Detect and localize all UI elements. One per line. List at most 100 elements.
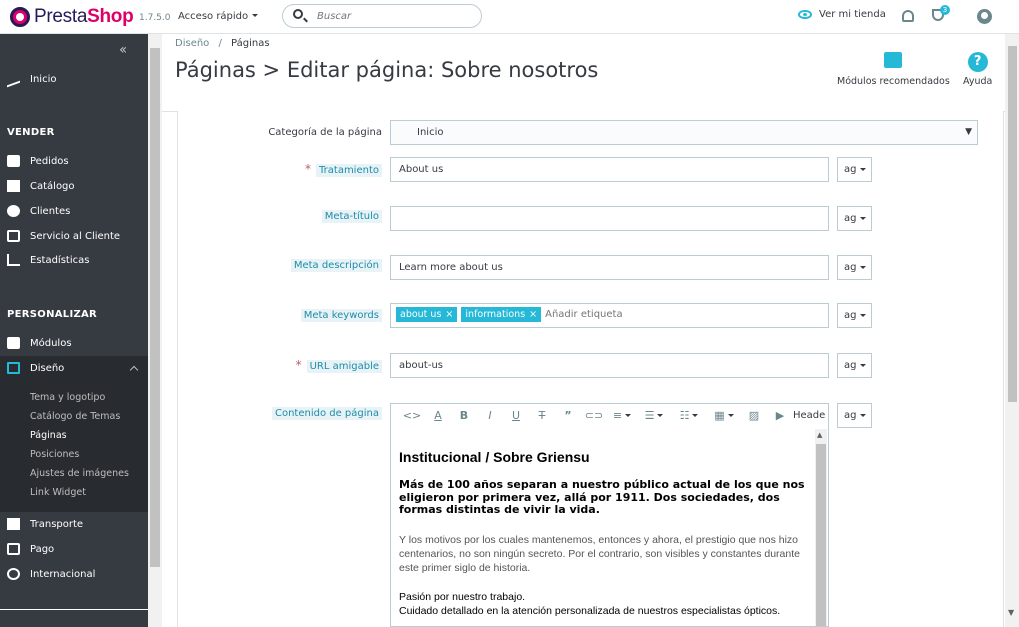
- help-button[interactable]: ? Ayuda: [963, 52, 992, 87]
- prestashop-logo[interactable]: PrestaShop: [10, 6, 134, 28]
- content-paragraph: Y los motivos por los cuales mantenemos,…: [399, 533, 800, 574]
- scroll-down-arrow-icon[interactable]: ▼: [1008, 608, 1014, 617]
- credit-card-icon: [7, 543, 20, 555]
- view-store-link[interactable]: Ver mi tienda: [798, 9, 886, 20]
- breadcrumb-design[interactable]: Diseño: [175, 38, 209, 49]
- content-label-text: Contenido de página: [271, 407, 382, 420]
- sidebar-sub-link-widget[interactable]: Link Widget: [30, 487, 86, 498]
- sidebar-item-label: Transporte: [30, 518, 84, 530]
- editor-scrollbar[interactable]: ▲: [815, 429, 827, 626]
- table-icon[interactable]: ▦: [707, 409, 741, 422]
- search-input[interactable]: [317, 8, 467, 24]
- search-icon[interactable]: [293, 9, 303, 19]
- recommended-modules-button[interactable]: Módulos recomendados: [837, 52, 950, 87]
- keyword-tag[interactable]: informations ×: [461, 307, 542, 322]
- tag-label: about us: [400, 309, 442, 320]
- image-icon[interactable]: ▨: [741, 409, 767, 422]
- lang-dropdown-url[interactable]: ag: [837, 353, 872, 378]
- notifications-bell-icon[interactable]: [902, 10, 914, 22]
- category-select[interactable]: Inicio ▼: [390, 120, 978, 145]
- sidebar-item-label: Módulos: [30, 337, 72, 349]
- tag-label: informations: [465, 309, 526, 320]
- lang-label: ag: [844, 360, 857, 371]
- video-icon[interactable]: ▶: [767, 409, 793, 422]
- page-scrollbar-thumb[interactable]: [1008, 46, 1017, 402]
- quick-access-dropdown[interactable]: Acceso rápido: [178, 11, 258, 22]
- sidebar-item-label: Pedidos: [30, 155, 69, 167]
- sidebar-item-shipping[interactable]: Transporte: [7, 514, 147, 534]
- remove-tag-icon[interactable]: ×: [529, 309, 537, 320]
- recommended-modules-label: Módulos recomendados: [837, 76, 950, 87]
- title-label: * Tratamiento: [305, 162, 382, 177]
- sidebar-sub-theme-catalog[interactable]: Catálogo de Temas: [30, 411, 120, 422]
- sidebar-scrollbar[interactable]: [148, 34, 162, 627]
- sidebar-item-international[interactable]: Internacional: [7, 564, 147, 584]
- keyword-tag[interactable]: about us ×: [396, 307, 458, 322]
- sidebar-sub-positions[interactable]: Posiciones: [30, 449, 79, 460]
- underline-icon[interactable]: U: [503, 409, 529, 422]
- meta-title-label-text: Meta-título: [321, 210, 382, 223]
- required-mark: *: [305, 162, 312, 176]
- lang-dropdown-content[interactable]: ag: [837, 403, 872, 428]
- lang-dropdown-keywords[interactable]: ag: [837, 303, 872, 328]
- category-selected-value: Inicio: [417, 127, 444, 138]
- scroll-up-arrow-icon[interactable]: ▲: [817, 431, 822, 439]
- lang-label: ag: [844, 262, 857, 273]
- sidebar-item-customers[interactable]: Clientes: [7, 201, 147, 221]
- user-account-icon[interactable]: [977, 9, 992, 24]
- format-dropdown[interactable]: Heade: [793, 410, 825, 421]
- page-scrollbar[interactable]: ▼: [1005, 34, 1019, 627]
- lang-dropdown-title[interactable]: ag: [837, 157, 872, 182]
- content-label-wrap: Contenido de página: [190, 403, 382, 428]
- sidebar-sub-theme-logo[interactable]: Tema y logotipo: [30, 392, 105, 403]
- remove-tag-icon[interactable]: ×: [445, 309, 453, 320]
- sidebar-sub-pages[interactable]: Páginas: [30, 430, 67, 441]
- breadcrumb-separator: /: [218, 38, 222, 49]
- blockquote-icon[interactable]: ”: [555, 409, 581, 422]
- sidebar-sub-image-settings[interactable]: Ajustes de imágenes: [30, 468, 129, 479]
- notification-badge: 3: [940, 5, 950, 15]
- help-label: Ayuda: [963, 76, 993, 87]
- meta-title-input[interactable]: [390, 206, 829, 231]
- store-icon: [7, 180, 20, 192]
- sidebar-scrollbar-thumb[interactable]: [150, 48, 160, 567]
- strikethrough-icon[interactable]: T: [529, 409, 555, 422]
- sidebar-divider: [0, 609, 148, 610]
- sidebar-item-design[interactable]: Diseño: [7, 358, 147, 378]
- sidebar-item-catalog[interactable]: Catálogo: [7, 176, 147, 196]
- puffin-logo-icon: [10, 7, 30, 27]
- sidebar-item-payment[interactable]: Pago: [7, 539, 147, 559]
- breadcrumb-pages: Páginas: [231, 38, 270, 49]
- sidebar-item-stats[interactable]: Estadísticas: [7, 250, 147, 270]
- text-color-icon[interactable]: A: [425, 409, 451, 422]
- add-tag-input[interactable]: [545, 309, 656, 320]
- meta-description-input[interactable]: [390, 255, 829, 280]
- sidebar-item-orders[interactable]: Pedidos: [7, 151, 147, 171]
- numbered-list-icon[interactable]: ☷: [671, 409, 707, 422]
- sidebar-item-label: Estadísticas: [30, 254, 90, 266]
- collapse-sidebar-icon[interactable]: ‹‹: [119, 42, 127, 58]
- editor-scrollbar-thumb[interactable]: [816, 444, 826, 626]
- source-code-icon[interactable]: <>: [399, 409, 425, 422]
- bullet-list-icon[interactable]: ☰: [637, 409, 671, 422]
- sidebar-item-home[interactable]: Inicio: [7, 69, 147, 89]
- lang-dropdown-meta-title[interactable]: ag: [837, 206, 872, 231]
- keywords-tag-field[interactable]: about us × informations ×: [390, 303, 829, 328]
- link-icon[interactable]: ⊂⊃: [581, 409, 607, 422]
- required-mark: *: [295, 358, 302, 372]
- align-icon[interactable]: ≡: [607, 409, 637, 422]
- sidebar-item-modules[interactable]: Módulos: [7, 333, 147, 353]
- friendly-url-input[interactable]: [390, 353, 829, 378]
- editor-content[interactable]: Institucional / Sobre Griensu Más de 100…: [391, 429, 815, 626]
- section-customize: PERSONALIZAR: [7, 309, 98, 320]
- bold-icon[interactable]: B: [451, 409, 477, 422]
- search-box[interactable]: [282, 4, 482, 28]
- title-input[interactable]: [390, 157, 829, 182]
- lang-label: ag: [844, 310, 857, 321]
- italic-icon[interactable]: I: [477, 409, 503, 422]
- content-line: Cuidado detallado en la atención persona…: [399, 604, 781, 617]
- sidebar-item-customer-service[interactable]: Servicio al Cliente: [7, 226, 147, 246]
- caret-down-icon: ▼: [965, 127, 972, 137]
- lang-dropdown-meta-desc[interactable]: ag: [837, 255, 872, 280]
- lang-label: ag: [844, 410, 857, 421]
